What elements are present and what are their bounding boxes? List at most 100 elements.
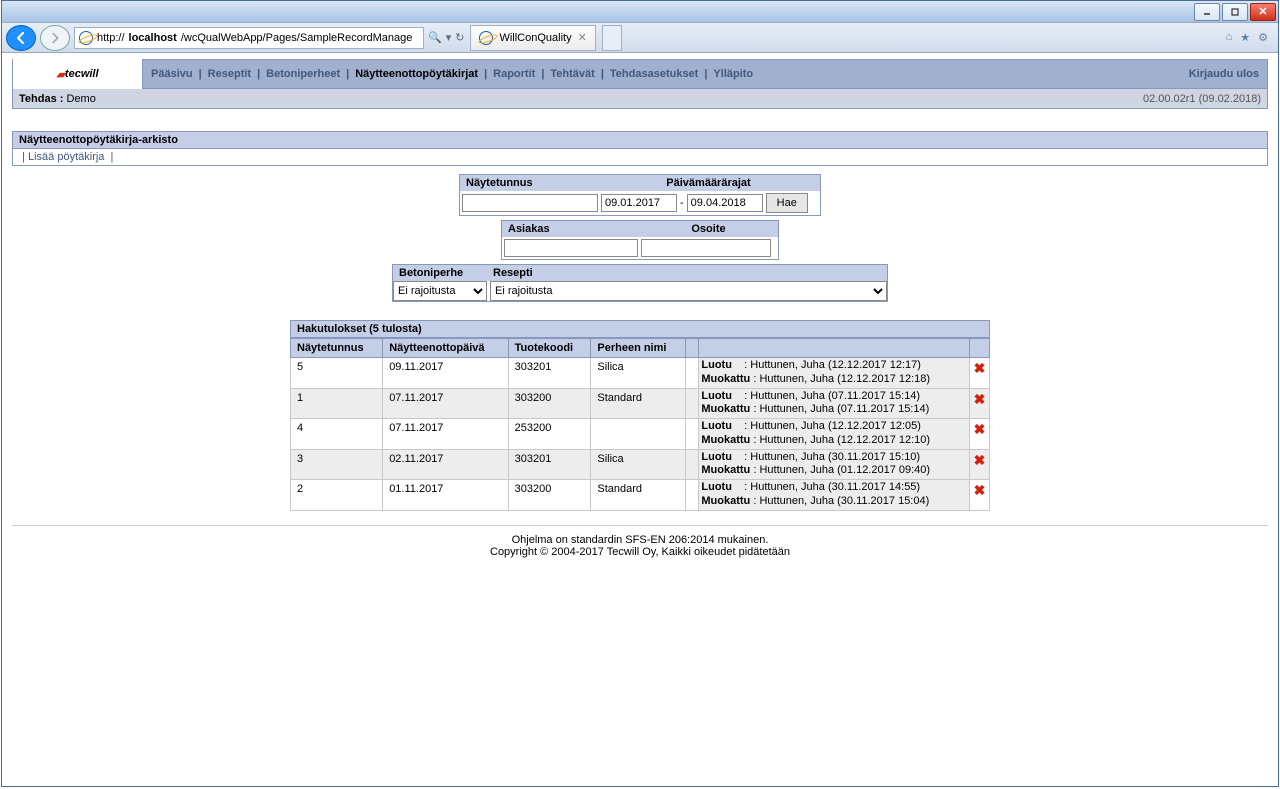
nav-item[interactable]: Reseptit: [208, 68, 251, 80]
cell-id: 2: [291, 480, 383, 511]
cell-spacer: [686, 480, 699, 511]
cell-meta: Luotu : Huttunen, Juha (30.11.2017 14:55…: [699, 480, 970, 511]
cell-code: 303200: [508, 480, 591, 511]
cell-date: 09.11.2017: [383, 358, 508, 389]
cell-spacer: [686, 419, 699, 450]
cell-id: 4: [291, 419, 383, 450]
cell-id: 3: [291, 449, 383, 480]
col-header: Näytteenottopäivä: [383, 339, 508, 358]
version-text: 02.00.02r1 (09.02.2018): [1143, 93, 1261, 105]
delete-icon[interactable]: ✖: [974, 391, 986, 407]
logo: ▰tecwill: [13, 59, 143, 89]
browser-toolbar: http:// localhost/wcQualWebApp/Pages/Samp…: [2, 23, 1278, 53]
cell-family: Silica: [591, 449, 686, 480]
close-button[interactable]: ✕: [1250, 3, 1276, 21]
search-button[interactable]: Hae: [766, 193, 808, 213]
nav-item[interactable]: Pääsivu: [151, 68, 193, 80]
footer: Ohjelma on standardin SFS-EN 206:2014 mu…: [12, 525, 1268, 558]
nav-item[interactable]: Tehtävät: [550, 68, 594, 80]
tab-title: WillConQuality: [499, 32, 571, 44]
date-sep: -: [680, 197, 684, 209]
tehdas-value: Demo: [66, 93, 95, 105]
cell-code: 303200: [508, 388, 591, 419]
col-meta: [699, 339, 970, 358]
table-row[interactable]: 509.11.2017303201Silica Luotu : Huttunen,…: [291, 358, 990, 389]
date-to-input[interactable]: [687, 194, 763, 212]
tehdas-label: Tehdas :: [19, 93, 63, 105]
url-host: localhost: [129, 32, 177, 44]
cell-meta: Luotu : Huttunen, Juha (30.11.2017 15:10…: [699, 449, 970, 480]
tools-icon[interactable]: ⚙: [1258, 31, 1268, 44]
delete-icon[interactable]: ✖: [974, 360, 986, 376]
minimize-button[interactable]: [1194, 3, 1220, 21]
favorites-icon[interactable]: ★: [1240, 31, 1250, 44]
cell-family: Standard: [591, 388, 686, 419]
cell-spacer: [686, 358, 699, 389]
table-row[interactable]: 407.11.2017253200Luotu : Huttunen, Juha …: [291, 419, 990, 450]
ie-icon: [479, 31, 493, 45]
naytetunnus-label: Näytetunnus: [460, 175, 598, 191]
nav-item[interactable]: Betoniperheet: [266, 68, 340, 80]
cell-code: 303201: [508, 449, 591, 480]
cell-meta: Luotu : Huttunen, Juha (12.12.2017 12:05…: [699, 419, 970, 450]
url-path: /wcQualWebApp/Pages/SampleRecordManage: [181, 32, 413, 44]
nav-item[interactable]: Raportit: [493, 68, 535, 80]
cell-id: 1: [291, 388, 383, 419]
cell-code: 303201: [508, 358, 591, 389]
table-row[interactable]: 107.11.2017303200StandardLuotu : Huttune…: [291, 388, 990, 419]
table-row[interactable]: 201.11.2017303200StandardLuotu : Huttune…: [291, 480, 990, 511]
top-nav: ▰tecwill Pääsivu | Reseptit | Betoniperh…: [12, 59, 1268, 89]
cell-date: 07.11.2017: [383, 419, 508, 450]
nav-item[interactable]: Näytteenottopöytäkirjat: [355, 68, 478, 80]
delete-icon[interactable]: ✖: [974, 421, 986, 437]
toolbar-links: | Lisää pöytäkirja |: [12, 149, 1268, 166]
section-title: Näytteenottopöytäkirja-arkisto: [12, 131, 1268, 149]
results-header: Hakutulokset (5 tulosta): [290, 320, 990, 338]
cell-spacer: [686, 449, 699, 480]
nav-item[interactable]: Tehdasasetukset: [610, 68, 698, 80]
address-bar[interactable]: http:// localhost/wcQualWebApp/Pages/Samp…: [74, 27, 424, 49]
betoniperhe-label: Betoniperhe: [393, 265, 487, 281]
search-icon[interactable]: 🔍: [428, 31, 442, 44]
home-icon[interactable]: ⌂: [1226, 31, 1233, 44]
sub-bar: Tehdas : Demo 02.00.02r1 (09.02.2018): [12, 89, 1268, 109]
resepti-select[interactable]: Ei rajoitusta: [490, 281, 887, 301]
cell-meta: Luotu : Huttunen, Juha (12.12.2017 12:17…: [699, 358, 970, 389]
url-prefix: http://: [97, 32, 125, 44]
logo-text: tecwill: [65, 68, 99, 80]
tab-close-icon[interactable]: ✕: [578, 31, 587, 44]
osoite-input[interactable]: [641, 239, 771, 257]
delete-icon[interactable]: ✖: [974, 452, 986, 468]
resepti-label: Resepti: [487, 265, 887, 281]
browser-tab[interactable]: WillConQuality ✕: [470, 25, 595, 51]
new-tab-button[interactable]: [602, 25, 622, 51]
delete-icon[interactable]: ✖: [974, 482, 986, 498]
date-from-input[interactable]: [601, 194, 677, 212]
cell-spacer: [686, 388, 699, 419]
asiakas-input[interactable]: [504, 239, 638, 257]
logout-link[interactable]: Kirjaudu ulos: [1189, 68, 1259, 80]
naytetunnus-input[interactable]: [462, 194, 598, 212]
col-spacer: [686, 339, 699, 358]
cell-family: [591, 419, 686, 450]
osoite-label: Osoite: [640, 221, 778, 237]
cell-family: Silica: [591, 358, 686, 389]
add-record-link[interactable]: Lisää pöytäkirja: [28, 151, 104, 163]
footer-line1: Ohjelma on standardin SFS-EN 206:2014 mu…: [12, 534, 1268, 546]
nav-item[interactable]: Ylläpito: [713, 68, 753, 80]
maximize-button[interactable]: [1222, 3, 1248, 21]
cell-id: 5: [291, 358, 383, 389]
window-titlebar: ✕: [2, 1, 1278, 23]
cell-family: Standard: [591, 480, 686, 511]
col-header: Näytetunnus: [291, 339, 383, 358]
paivamaararajat-label: Päivämäärärajat: [598, 175, 820, 191]
cell-date: 02.11.2017: [383, 449, 508, 480]
back-button[interactable]: [6, 25, 36, 51]
asiakas-label: Asiakas: [502, 221, 640, 237]
forward-button[interactable]: [40, 25, 70, 51]
refresh-icon[interactable]: ↻: [455, 31, 464, 44]
betoniperhe-select[interactable]: Ei rajoitusta: [393, 281, 487, 301]
dropdown-icon[interactable]: ▾: [446, 31, 452, 44]
cell-meta: Luotu : Huttunen, Juha (07.11.2017 15:14…: [699, 388, 970, 419]
table-row[interactable]: 302.11.2017303201Silica Luotu : Huttunen,…: [291, 449, 990, 480]
